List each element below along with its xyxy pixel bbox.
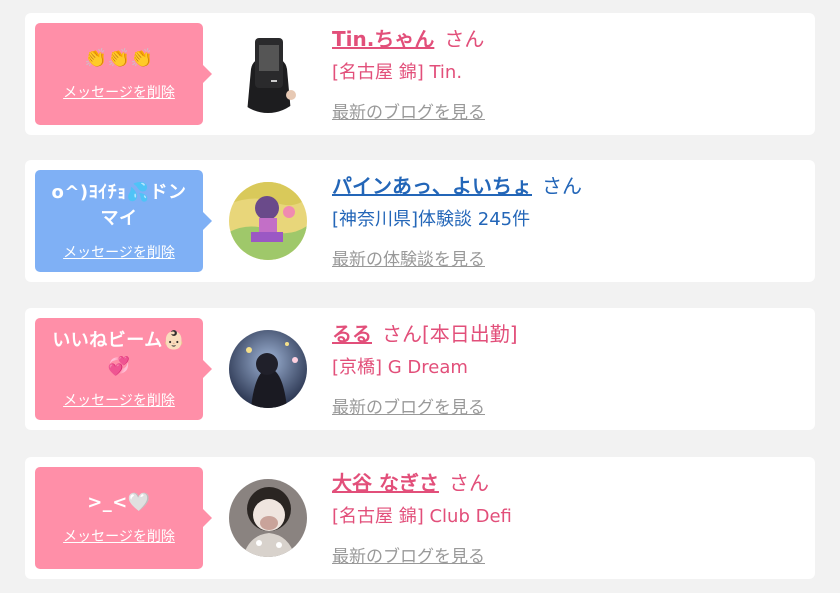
shop-label: [京橋] G Dream <box>332 357 468 378</box>
delete-message-link[interactable]: メッセージを削除 <box>63 82 175 102</box>
message-bubble: いいねビーム👶🏻💞 メッセージを削除 <box>35 318 212 420</box>
delete-message-link[interactable]: メッセージを削除 <box>63 242 175 262</box>
status-badge: [本日出勤] <box>422 322 518 346</box>
name-suffix: さん <box>382 322 422 346</box>
latest-review-link[interactable]: 最新の体験談を見る <box>332 245 485 270</box>
avatar[interactable] <box>229 35 307 113</box>
user-name-link[interactable]: 大谷 なぎさ <box>332 471 439 495</box>
card-info: るる さん[本日出勤] [京橋] G Dream 最新のブログを見る <box>332 320 805 418</box>
message-card: >_<🤍 メッセージを削除 大谷 なぎさ さん [名古屋 錦] Club Defi… <box>25 457 815 579</box>
user-name-link[interactable]: るる <box>332 322 372 346</box>
shop-label: [名古屋 錦] Tin. <box>332 62 463 83</box>
name-suffix: さん <box>542 174 582 198</box>
message-text: >_<🤍 <box>87 492 151 513</box>
message-text: o^)ﾖｲﾁｮ💦ドンマイ <box>51 182 187 229</box>
message-card: o^)ﾖｲﾁｮ💦ドンマイ メッセージを削除 パインあっ、よいちょ さん [神奈川県… <box>25 160 815 282</box>
name-suffix: さん <box>448 471 489 495</box>
avatar[interactable] <box>229 479 307 557</box>
user-name-link[interactable]: パインあっ、よいちょ <box>332 174 532 198</box>
shop-label: [名古屋 錦] Club Defi <box>332 506 512 527</box>
message-card: いいねビーム👶🏻💞 メッセージを削除 るるさん[本日出勤] [京橋] G Dre… <box>25 308 815 430</box>
avatar[interactable] <box>229 330 307 408</box>
name-suffix: さん <box>444 27 485 51</box>
latest-blog-link[interactable]: 最新のブログを見る <box>332 98 485 123</box>
message-bubble: o^)ﾖｲﾁｮ💦ドンマイ メッセージを削除 <box>35 170 212 272</box>
shop-label: [神奈川県]体験談 245件 <box>332 209 531 230</box>
user-name-link[interactable]: Tin.ちゃん <box>332 27 434 51</box>
message-bubble: >_<🤍 メッセージを削除 <box>35 467 212 569</box>
latest-blog-link[interactable]: 最新のブログを見る <box>332 393 485 418</box>
message-list: 👏👏👏 メッセージを削除 Tin.ちゃん さん [名古屋 錦] Tin. 最新のブ… <box>0 0 840 593</box>
avatar[interactable] <box>229 182 307 260</box>
card-info: パインあっ、よいちょ さん [神奈川県]体験談 245件 最新の体験談を見る <box>332 172 805 270</box>
message-text: 👏👏👏 <box>84 48 154 69</box>
message-text: いいねビーム👶🏻💞 <box>52 330 186 377</box>
delete-message-link[interactable]: メッセージを削除 <box>63 390 175 410</box>
message-card: 👏👏👏 メッセージを削除 Tin.ちゃん さん [名古屋 錦] Tin. 最新のブ… <box>25 13 815 135</box>
message-bubble: 👏👏👏 メッセージを削除 <box>35 23 212 125</box>
delete-message-link[interactable]: メッセージを削除 <box>63 526 175 546</box>
latest-blog-link[interactable]: 最新のブログを見る <box>332 542 485 567</box>
card-info: Tin.ちゃん さん [名古屋 錦] Tin. 最新のブログを見る <box>332 25 805 123</box>
card-info: 大谷 なぎさ さん [名古屋 錦] Club Defi 最新のブログを見る <box>332 469 805 567</box>
